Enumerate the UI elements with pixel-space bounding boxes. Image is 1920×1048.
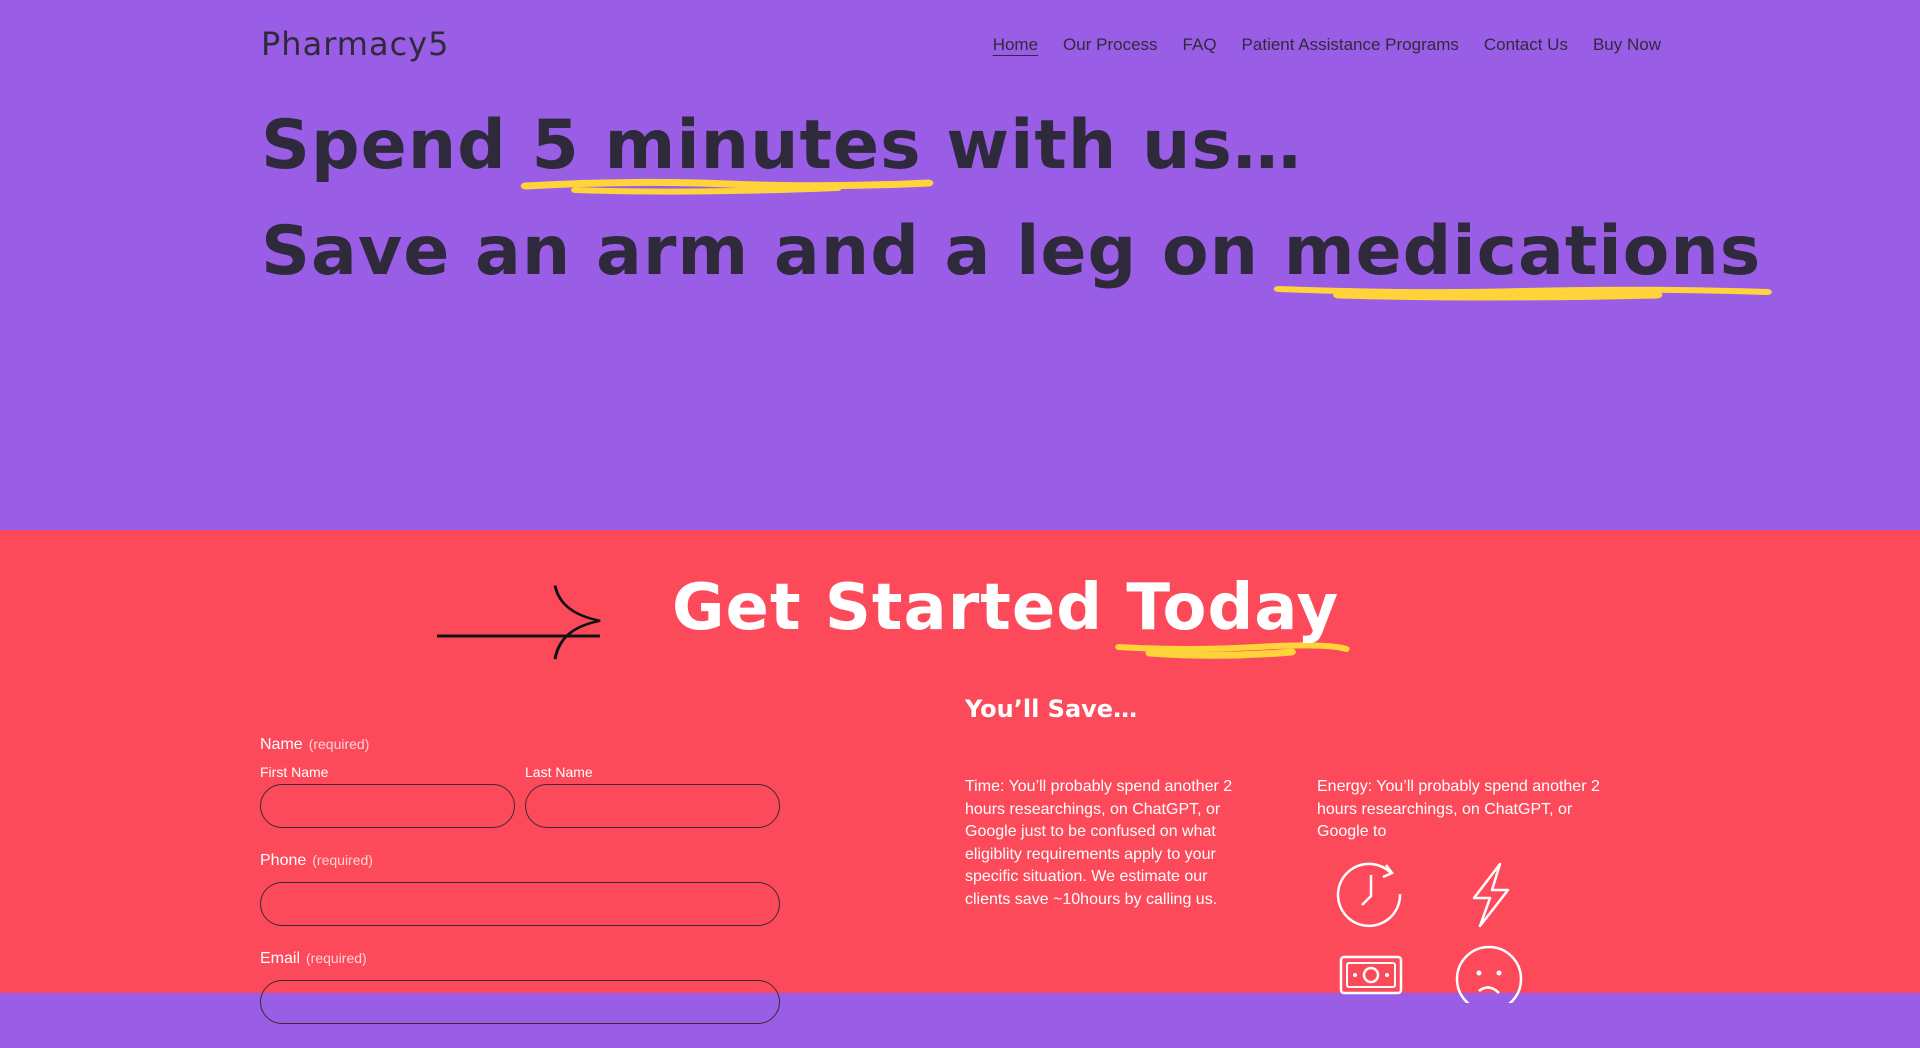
main-nav: Home Our Process FAQ Patient Assistance … [993,35,1661,55]
hero-headline-line1: Spend 5 minutes with us… [261,112,1302,195]
email-group: Email (required) [260,950,780,1024]
name-row: First Name Last Name [260,764,780,828]
hero-line1-after: with us… [921,106,1302,185]
cta-title-before: Get Started [672,571,1127,645]
name-required: (required) [308,736,370,752]
savings-energy-text: Energy: You’ll probably spend another 2 … [1317,778,1600,840]
first-name-label: First Name [260,764,329,780]
name-label: Name [260,736,303,753]
face-icon [1455,945,1523,1003]
hero-headline-line2: Save an arm and a leg on medications [261,218,1772,301]
get-started-section: Get Started Today Name (required) First N… [0,530,1920,1024]
phone-field[interactable] [260,882,780,926]
hero-line1-highlight: 5 minutes [520,112,933,195]
lightning-icon [1472,862,1510,928]
phone-required: (required) [312,852,373,868]
first-name-field[interactable] [260,784,515,828]
cta-title: Get Started Today [672,571,1351,659]
last-name-col: Last Name [525,764,780,828]
arrow-right-icon [437,585,601,660]
nav-our-process[interactable]: Our Process [1063,35,1157,55]
money-icon [1339,955,1403,995]
last-name-label: Last Name [525,764,593,780]
cta-title-highlight-text: Today [1126,571,1340,645]
site-logo[interactable]: Pharmacy5 [261,25,449,63]
phone-group: Phone (required) [260,852,780,926]
signup-form: Name (required) First Name Last Name Phon… [260,736,780,1048]
email-label: Email [260,950,301,967]
savings-title: You’ll Save… [965,695,1138,723]
nav-faq[interactable]: FAQ [1183,35,1217,55]
hero-section: Pharmacy5 Home Our Process FAQ Patient A… [0,0,1920,530]
nav-buy-now[interactable]: Buy Now [1593,35,1661,55]
nav-patient-assistance[interactable]: Patient Assistance Programs [1242,35,1459,55]
email-required: (required) [306,950,367,966]
first-name-col: First Name [260,764,515,828]
hero-line1-before: Spend [261,106,532,185]
phone-label: Phone [260,852,307,869]
email-field[interactable] [260,980,780,1024]
nav-contact-us[interactable]: Contact Us [1484,35,1568,55]
hero-line2-before: Save an arm and a leg on [261,212,1284,291]
last-name-field[interactable] [525,784,780,828]
cta-title-highlight: Today [1115,571,1351,659]
hero-line2-highlight: medications [1273,218,1772,301]
hero-line1-highlight-text: 5 minutes [531,106,922,185]
savings-time-text: Time: You’ll probably spend another 2 ho… [965,778,1233,908]
nav-home[interactable]: Home [993,35,1038,55]
clock-icon [1336,862,1402,928]
hero-line2-highlight-text: medications [1283,212,1762,291]
name-group: Name (required) First Name Last Name [260,736,780,828]
